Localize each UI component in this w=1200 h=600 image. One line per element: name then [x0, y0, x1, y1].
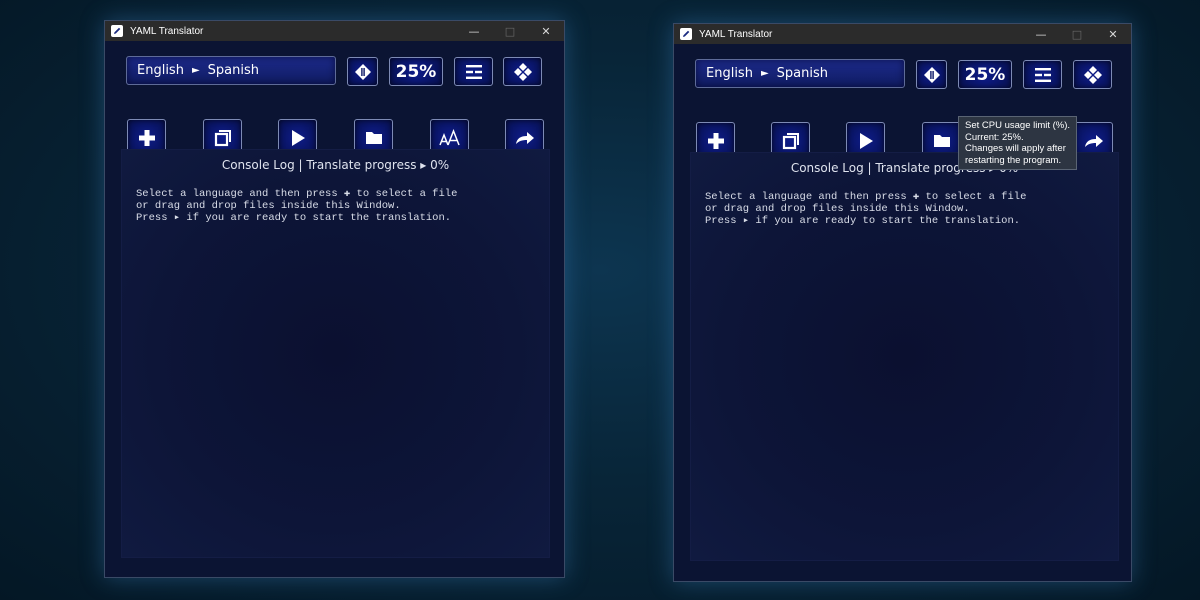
- settings-button[interactable]: [347, 57, 378, 86]
- gear-icon: [923, 66, 940, 83]
- log-line: Select a language and then press ✚ to se…: [136, 188, 458, 200]
- title-bar[interactable]: YAML Translator — □ ✕: [674, 24, 1131, 44]
- language-arrow: ►: [191, 65, 200, 76]
- copy-icon: [214, 129, 231, 146]
- window-title: YAML Translator: [130, 25, 204, 37]
- maximize-button[interactable]: □: [1059, 24, 1095, 44]
- title-bar[interactable]: YAML Translator — □ ✕: [105, 21, 564, 41]
- tooltip-line: Changes will apply after: [965, 143, 1066, 154]
- copy-icon: [782, 132, 799, 149]
- menu-button[interactable]: [1023, 60, 1062, 89]
- log-line: or drag and drop files inside this Windo…: [136, 200, 401, 212]
- minimize-button[interactable]: —: [1023, 24, 1059, 44]
- font-size-icon: [438, 128, 460, 145]
- menu-lines-icon: [465, 64, 482, 79]
- gear-icon: [354, 63, 371, 80]
- console-log-panel: Console Log | Translate progress ▸ 0% Se…: [690, 152, 1119, 561]
- source-language: English: [137, 63, 184, 78]
- console-log-panel: Console Log | Translate progress ▸ 0% Se…: [121, 149, 550, 558]
- language-select[interactable]: English ► Spanish: [126, 56, 336, 85]
- minimize-button[interactable]: —: [456, 21, 492, 41]
- settings-button[interactable]: [916, 60, 947, 89]
- cpu-limit-tooltip: Set CPU usage limit (%). Current: 25%. C…: [958, 116, 1078, 170]
- console-log-text: Select a language and then press ✚ to se…: [136, 188, 457, 224]
- layout-button[interactable]: [503, 57, 542, 86]
- cpu-limit-button[interactable]: 25%: [389, 57, 443, 86]
- menu-lines-icon: [1034, 67, 1051, 82]
- tooltip-line: Set CPU usage limit (%).: [965, 120, 1071, 131]
- plus-icon: [707, 132, 724, 149]
- maximize-button[interactable]: □: [492, 21, 528, 41]
- share-arrow-icon: [515, 131, 534, 144]
- target-language: Spanish: [776, 66, 828, 81]
- close-button[interactable]: ✕: [528, 21, 564, 41]
- layout-button[interactable]: [1073, 60, 1112, 89]
- language-arrow: ►: [760, 68, 769, 79]
- tooltip-line: Current: 25%.: [965, 131, 1024, 143]
- language-select[interactable]: English ► Spanish: [695, 59, 905, 88]
- source-language: English: [706, 66, 753, 81]
- log-line: Press ▸ if you are ready to start the tr…: [705, 215, 1021, 227]
- plus-icon: [138, 129, 155, 146]
- play-icon: [291, 129, 305, 146]
- console-log-title: Console Log | Translate progress ▸ 0%: [221, 158, 450, 172]
- folder-icon: [933, 135, 950, 147]
- pencil-icon: [111, 25, 123, 37]
- log-line: or drag and drop files inside this Windo…: [705, 203, 970, 215]
- play-icon: [859, 132, 873, 149]
- log-line: Select a language and then press ✚ to se…: [705, 191, 1027, 203]
- menu-button[interactable]: [454, 57, 493, 86]
- tooltip-line: restarting the program.: [965, 154, 1062, 166]
- pencil-icon: [680, 28, 692, 40]
- console-log-text: Select a language and then press ✚ to se…: [705, 191, 1026, 227]
- folder-icon: [365, 132, 382, 144]
- close-button[interactable]: ✕: [1095, 24, 1131, 44]
- log-line: Press ▸ if you are ready to start the tr…: [136, 212, 452, 224]
- target-language: Spanish: [207, 63, 259, 78]
- app-window-left: YAML Translator — □ ✕ English ► Spanish …: [104, 20, 565, 578]
- share-arrow-icon: [1084, 134, 1103, 147]
- diamond-grid-icon: [513, 62, 532, 81]
- window-title: YAML Translator: [699, 28, 773, 40]
- app-window-right: YAML Translator — □ ✕ English ► Spanish …: [673, 23, 1132, 582]
- cpu-limit-button[interactable]: 25%: [958, 60, 1012, 89]
- diamond-grid-icon: [1083, 65, 1102, 84]
